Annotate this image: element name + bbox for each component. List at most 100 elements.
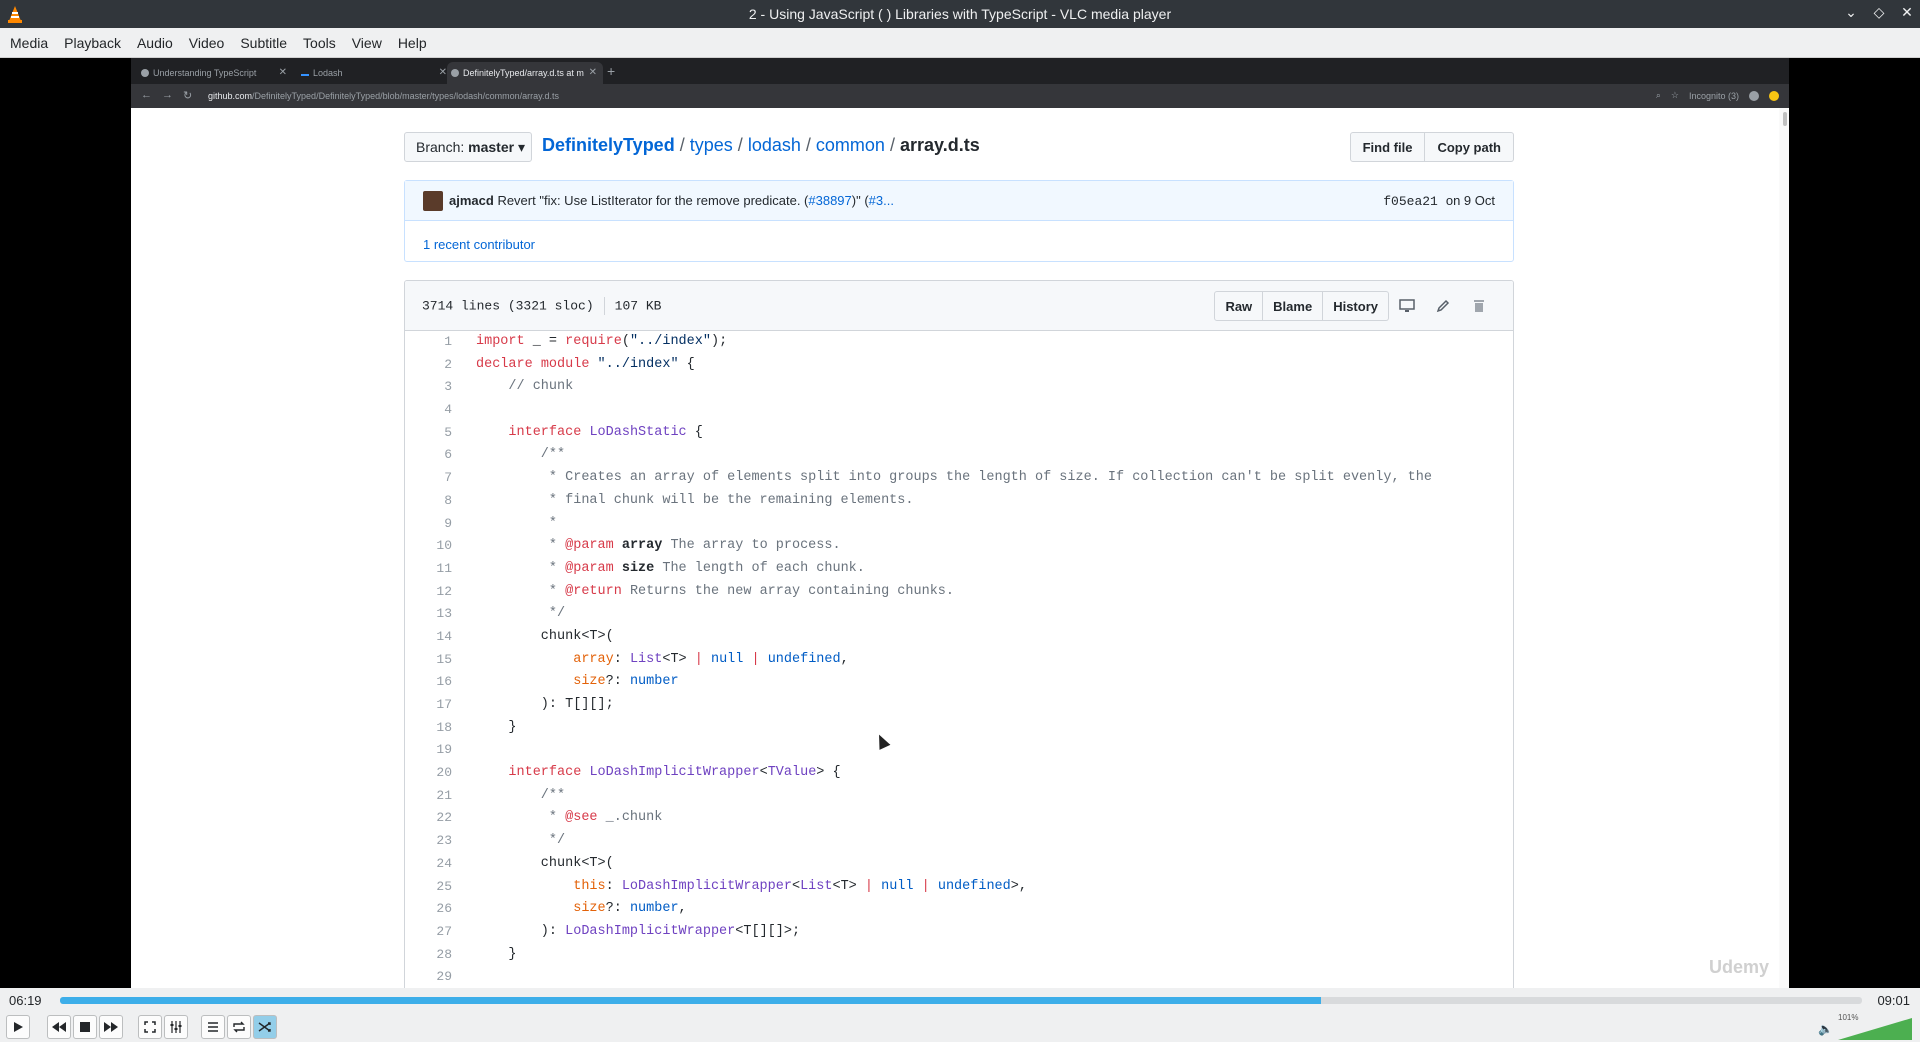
line-number: 7 xyxy=(444,470,452,486)
crumb-types: types xyxy=(689,135,733,155)
code-line: 6 /** xyxy=(405,444,1513,467)
breadcrumb: DefinitelyTyped / types / lodash / commo… xyxy=(542,135,980,155)
code-line: 19 xyxy=(405,739,1513,762)
window-title-bar: 2 - Using JavaScript ( ) Libraries with … xyxy=(0,0,1920,28)
seek-progress xyxy=(60,997,1322,1004)
line-number: 9 xyxy=(444,515,452,531)
playlist-button[interactable] xyxy=(201,1015,225,1039)
line-code: } xyxy=(476,719,517,735)
next-button[interactable] xyxy=(99,1015,123,1039)
menu-video[interactable]: Video xyxy=(181,35,233,51)
menu-audio[interactable]: Audio xyxy=(129,35,181,51)
menu-subtitle[interactable]: Subtitle xyxy=(232,35,295,51)
line-number: 6 xyxy=(444,447,452,463)
code-listing: 1 import _ = require("../index"); 2 declare… xyxy=(405,331,1513,988)
line-number: 27 xyxy=(436,923,452,939)
commit-message: ajmacd Revert "fix: Use ListIterator for… xyxy=(449,193,894,208)
browser-address-bar: ← → ↻ github.com/DefinitelyTyped/Definit… xyxy=(131,84,1789,108)
code-line: 12 * @return Returns the new array conta… xyxy=(405,581,1513,604)
pencil-icon xyxy=(1425,291,1461,321)
back-icon: ← xyxy=(141,89,152,101)
line-number: 22 xyxy=(436,810,452,826)
raw-button: Raw xyxy=(1214,291,1264,321)
minimize-icon[interactable]: ⌄ xyxy=(1844,4,1858,21)
line-code: * @see _.chunk xyxy=(476,810,663,826)
menu-view[interactable]: View xyxy=(344,35,390,51)
next-icon xyxy=(104,1022,118,1032)
menu-playback[interactable]: Playback xyxy=(56,35,129,51)
line-number: 11 xyxy=(436,560,452,576)
code-line: 23 */ xyxy=(405,830,1513,853)
line-code: * @return Returns the new array containi… xyxy=(476,583,954,599)
seek-slider[interactable] xyxy=(60,997,1862,1004)
caret-down-icon: ▾ xyxy=(517,139,525,155)
line-number: 15 xyxy=(436,651,452,667)
line-number: 14 xyxy=(436,628,452,644)
line-number: 19 xyxy=(436,742,452,758)
line-number: 10 xyxy=(436,538,452,554)
playlist-icon xyxy=(208,1022,218,1032)
loop-button[interactable] xyxy=(227,1015,251,1039)
shuffle-icon xyxy=(258,1022,271,1032)
latest-commit: ajmacd Revert "fix: Use ListIterator for… xyxy=(404,180,1514,262)
code-line: 14 chunk<T>( xyxy=(405,626,1513,649)
line-code: * @param size The length of each chunk. xyxy=(476,560,865,576)
line-code: * Creates an array of elements split int… xyxy=(476,470,1432,486)
history-button: History xyxy=(1323,291,1389,321)
trash-icon xyxy=(1461,291,1497,321)
star-icon: ☆ xyxy=(1670,90,1679,100)
extended-settings-button[interactable] xyxy=(164,1015,188,1039)
volume-speaker-icon[interactable]: 🔈 xyxy=(1818,1022,1833,1036)
line-number: 2 xyxy=(444,356,452,372)
line-number: 17 xyxy=(436,697,452,712)
blame-button: Blame xyxy=(1263,291,1324,321)
branch-selector: Branch: master ▾ xyxy=(404,132,532,162)
previous-icon xyxy=(52,1022,66,1032)
zoom-icon: ⌕ xyxy=(1655,90,1661,100)
maximize-icon[interactable]: ◇ xyxy=(1872,4,1886,21)
menu-help[interactable]: Help xyxy=(390,35,435,51)
line-number: 18 xyxy=(436,719,452,735)
line-code: declare module "../index" { xyxy=(476,356,695,372)
code-line: 28 } xyxy=(405,944,1513,967)
code-line: 13 */ xyxy=(405,603,1513,626)
code-line: 17 ): T[][]; xyxy=(405,694,1513,717)
copy-path-button: Copy path xyxy=(1425,132,1514,162)
extension-icon xyxy=(1769,90,1779,101)
previous-button[interactable] xyxy=(47,1015,71,1039)
video-area[interactable]: Understanding TypeScript ✕ Lodash ✕ Defi… xyxy=(0,58,1920,988)
close-icon[interactable]: ✕ xyxy=(1900,4,1914,21)
line-code: interface LoDashImplicitWrapper<TValue> … xyxy=(508,765,841,781)
volume-percent: 101% xyxy=(1838,1013,1859,1022)
reload-icon: ↻ xyxy=(183,90,193,102)
fullscreen-button[interactable] xyxy=(138,1015,162,1039)
browser-tab: Understanding TypeScript ✕ xyxy=(137,62,293,84)
volume-slider[interactable]: 101% xyxy=(1838,1013,1912,1040)
browser-tab: Lodash ✕ xyxy=(297,62,453,84)
line-number: 8 xyxy=(444,492,452,508)
line-code: import _ = require("../index"); xyxy=(476,334,728,349)
code-line: 11 * @param size The length of each chun… xyxy=(405,558,1513,581)
line-code: } xyxy=(476,946,517,962)
stop-button[interactable] xyxy=(73,1015,97,1039)
stop-icon xyxy=(80,1022,90,1032)
play-button[interactable] xyxy=(6,1015,30,1039)
find-file-button: Find file xyxy=(1349,132,1426,162)
line-number: 20 xyxy=(436,765,452,781)
shuffle-button[interactable] xyxy=(253,1015,277,1039)
code-line: 26 size?: number, xyxy=(405,898,1513,921)
incognito-icon xyxy=(1749,90,1759,101)
code-line: 15 array: List<T> | null | undefined, xyxy=(405,649,1513,672)
line-code: size?: number, xyxy=(573,901,687,917)
menu-media[interactable]: Media xyxy=(2,35,56,51)
crumb-file: array.d.ts xyxy=(900,135,980,155)
menu-tools[interactable]: Tools xyxy=(295,35,344,51)
code-line: 9 * xyxy=(405,513,1513,536)
code-line: 8 * final chunk will be the remaining el… xyxy=(405,490,1513,513)
browser-url: github.com/DefinitelyTyped/DefinitelyTyp… xyxy=(208,91,560,101)
file-viewer: 3714 lines (3321 sloc) 107 KB Raw Blame H… xyxy=(404,280,1514,988)
window-title: 2 - Using JavaScript ( ) Libraries with … xyxy=(748,6,1172,22)
line-code: /** xyxy=(476,787,566,803)
line-number: 12 xyxy=(436,583,452,599)
